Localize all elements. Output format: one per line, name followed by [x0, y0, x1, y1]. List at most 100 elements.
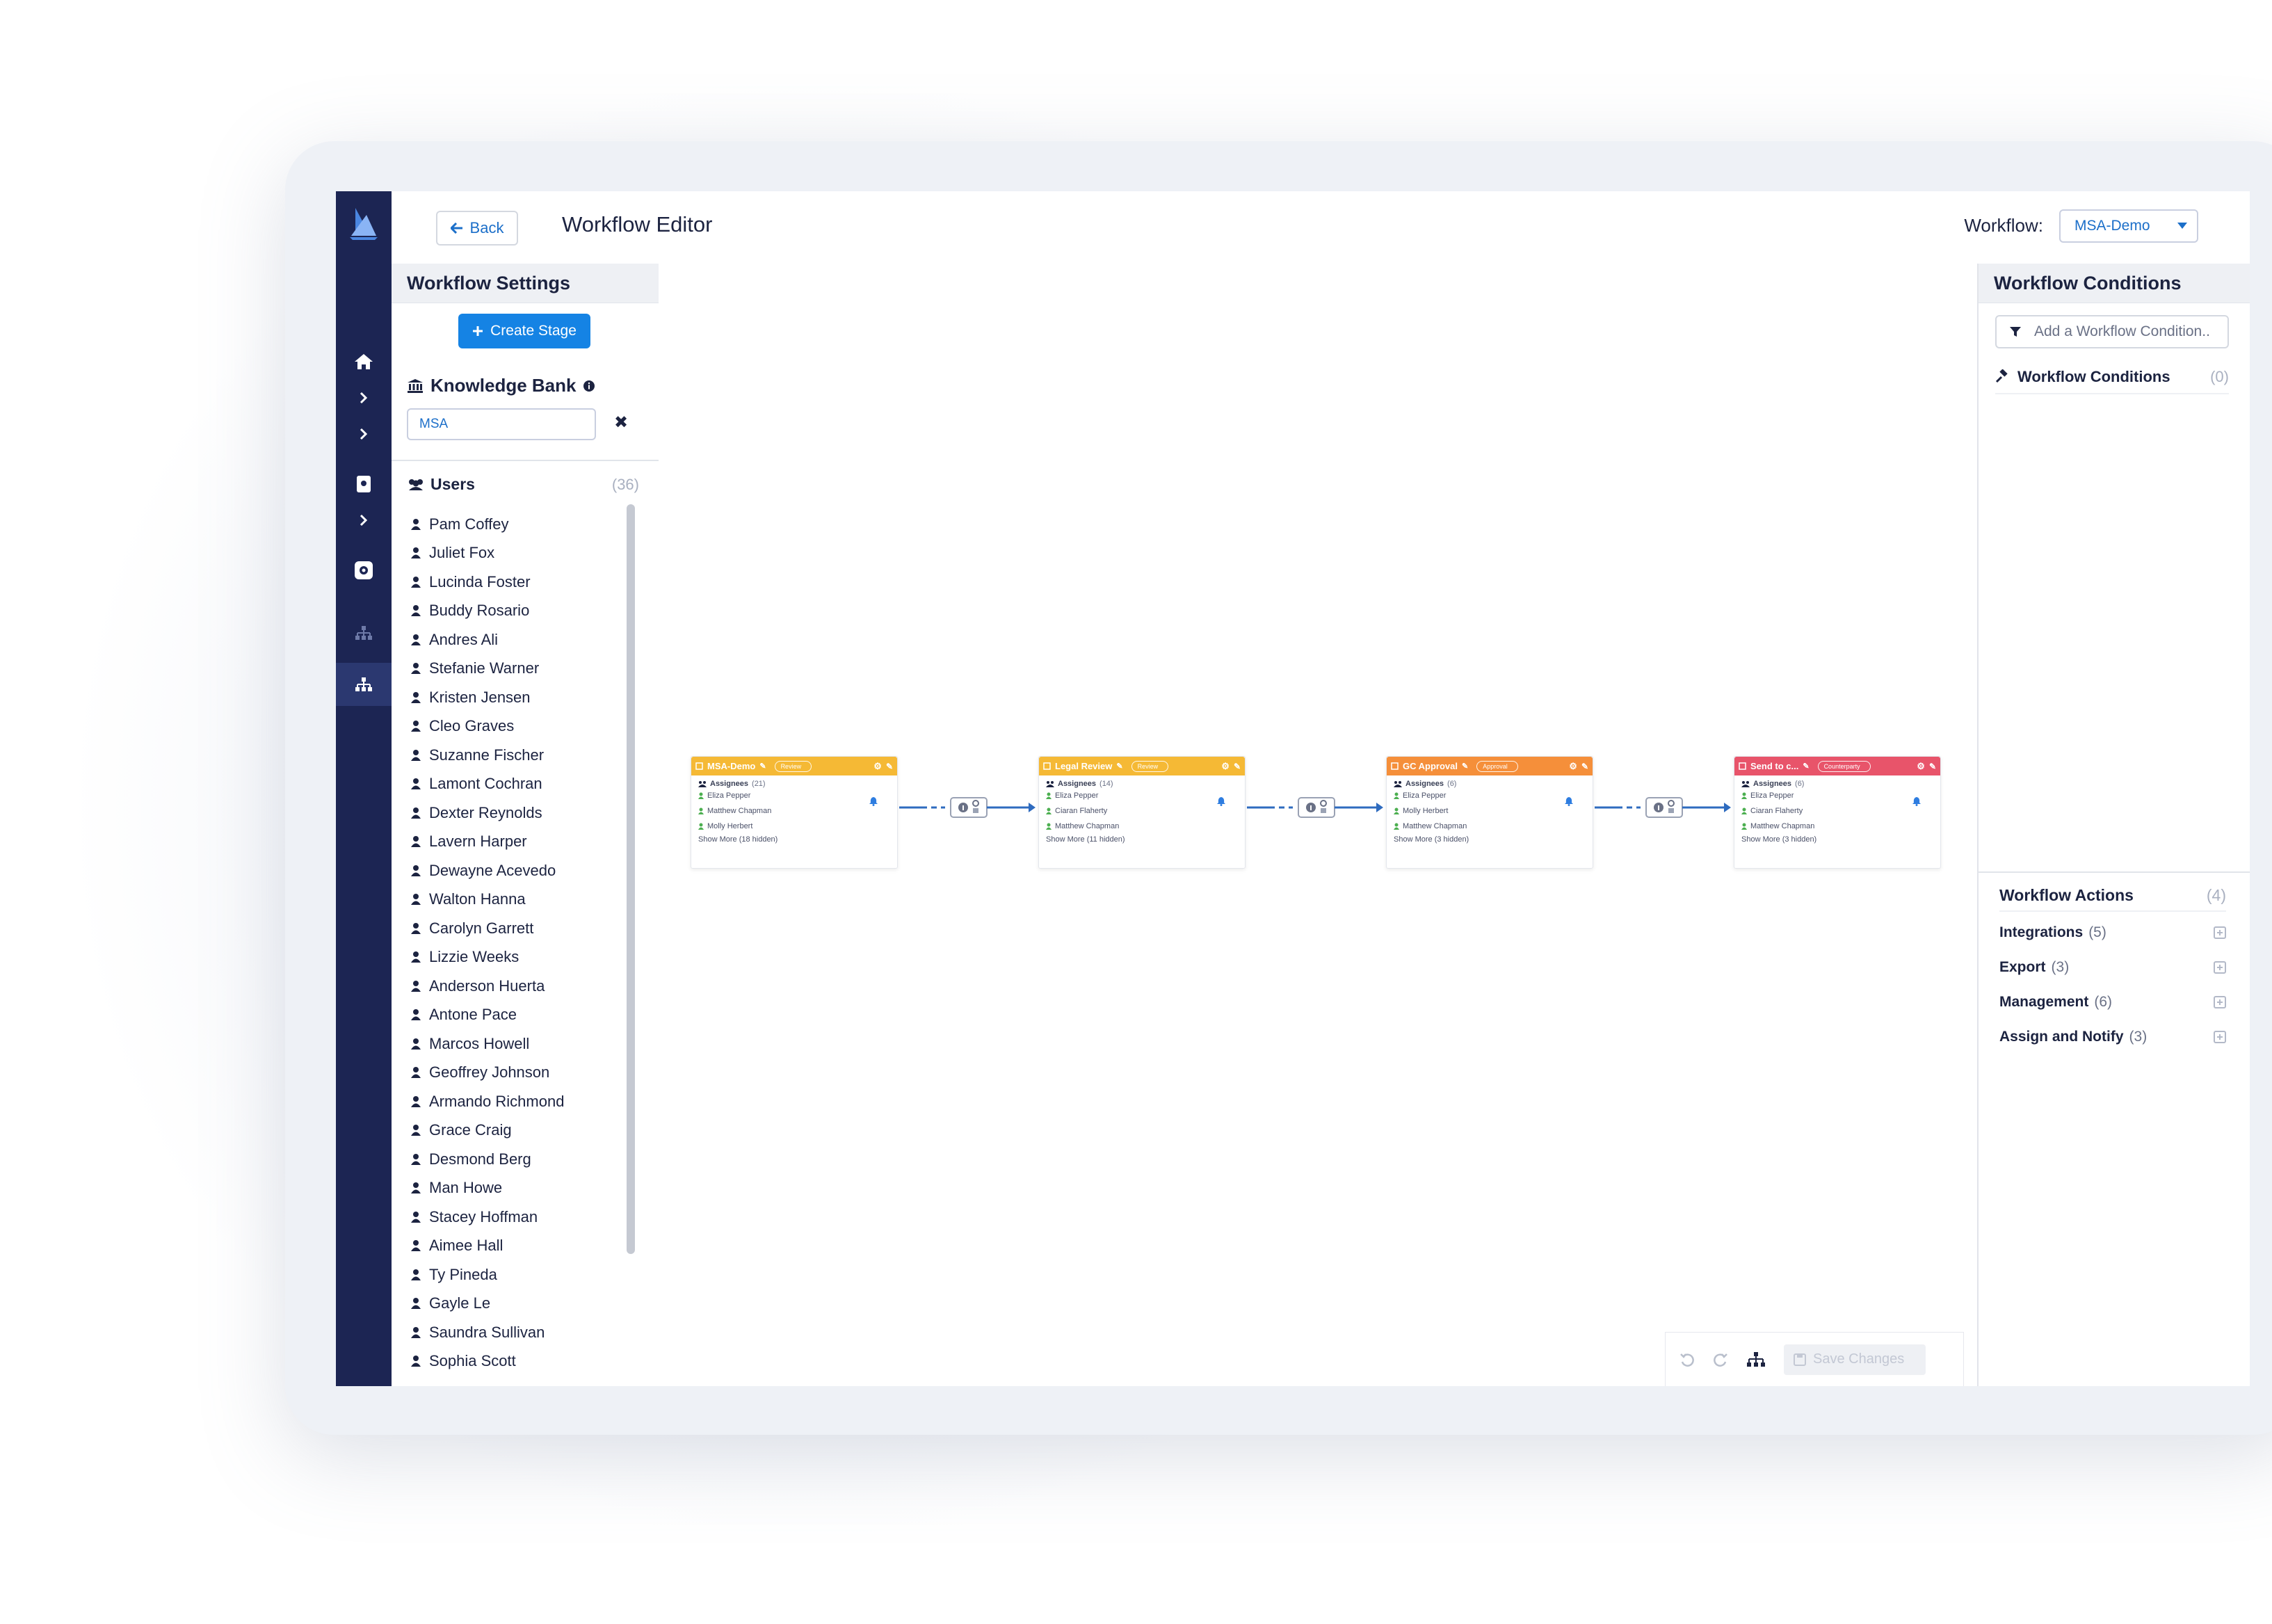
action-group[interactable]: Export (3) [1999, 959, 2226, 976]
document-icon[interactable] [336, 467, 392, 501]
assignee-row: Eliza Pepper [1394, 788, 1586, 803]
user-name: Antone Pace [429, 1006, 517, 1024]
assignee-row: Ciaran Flaherty [1046, 803, 1238, 819]
expand-icon[interactable] [2214, 961, 2226, 974]
settings-icon[interactable]: ⚙ [1221, 761, 1230, 772]
user-item[interactable]: Kristen Jensen [411, 683, 620, 712]
user-item[interactable]: Buddy Rosario [411, 597, 620, 626]
knowledge-bank-input[interactable]: MSA [407, 408, 596, 440]
user-item[interactable]: Sophia Scott [411, 1347, 620, 1376]
stage-card[interactable]: Legal Review ✎ Review ⚙ ✎ Assignees (14) Eliza … [1038, 756, 1246, 869]
user-icon [1741, 792, 1747, 799]
expand-icon[interactable] [2214, 1031, 2226, 1043]
stage-connector[interactable] [1247, 794, 1386, 821]
clear-icon[interactable]: ✖ [614, 412, 628, 433]
stage-status[interactable]: Review [774, 760, 812, 772]
user-item[interactable]: Cleo Graves [411, 712, 620, 741]
workflow-canvas[interactable]: MSA-Demo ✎ Review ⚙ ✎ Assignees (21) Eliza Pepp… [659, 264, 1977, 1386]
add-condition-input[interactable]: Add a Workflow Condition.. [1995, 315, 2229, 348]
action-group[interactable]: Assign and Notify (3) [1999, 1029, 2226, 1045]
workflow-icon[interactable] [336, 663, 392, 706]
stage-card[interactable]: GC Approval ✎ Approval ⚙ ✎ Assignees (6) Eliza … [1386, 756, 1593, 869]
show-more-link[interactable]: Show More (18 hidden) [698, 835, 890, 844]
show-more-link[interactable]: Show More (3 hidden) [1741, 835, 1933, 844]
assignee-row: Matthew Chapman [1046, 819, 1238, 834]
user-item[interactable]: Pam Coffey [411, 510, 620, 539]
user-item[interactable]: Ty Pineda [411, 1260, 620, 1289]
stage-header[interactable]: Send to c... ✎ Counterparty ⚙ ✎ [1734, 757, 1940, 775]
stage-status[interactable]: Approval [1476, 760, 1518, 772]
user-item[interactable]: Marcos Howell [411, 1029, 620, 1059]
bell-icon[interactable] [1912, 796, 1921, 806]
user-item[interactable]: Saundra Sullivan [411, 1318, 620, 1347]
user-item[interactable]: Armando Richmond [411, 1087, 620, 1116]
user-item[interactable]: Lavern Harper [411, 828, 620, 857]
user-item[interactable]: Dexter Reynolds [411, 798, 620, 828]
user-item[interactable]: Lizzie Weeks [411, 943, 620, 972]
save-changes-button[interactable]: Save Changes [1784, 1344, 1926, 1375]
user-item[interactable]: Suzanne Fischer [411, 741, 620, 770]
bell-icon[interactable] [869, 796, 878, 806]
pencil-icon[interactable]: ✎ [1234, 762, 1241, 771]
show-more-link[interactable]: Show More (11 hidden) [1046, 835, 1238, 844]
create-stage-button[interactable]: Create Stage [458, 314, 590, 348]
user-item[interactable]: Dewayne Acevedo [411, 856, 620, 885]
pencil-icon[interactable]: ✎ [1929, 762, 1936, 771]
show-more-link[interactable]: Show More (3 hidden) [1394, 835, 1586, 844]
edit-icon[interactable]: ✎ [1803, 762, 1809, 771]
chevron-right-icon[interactable] [336, 380, 392, 415]
scrollbar[interactable] [627, 504, 635, 1254]
pencil-icon[interactable]: ✎ [886, 762, 893, 771]
user-item[interactable]: Man Howe [411, 1174, 620, 1203]
stage-connector[interactable] [899, 794, 1038, 821]
redo-icon[interactable] [1713, 1352, 1728, 1367]
user-item[interactable]: Grace Craig [411, 1116, 620, 1145]
stage-status[interactable]: Counterparty [1817, 760, 1871, 772]
stage-connector[interactable] [1595, 794, 1734, 821]
edit-icon[interactable]: ✎ [1116, 762, 1122, 771]
chevron-right-icon[interactable] [336, 417, 392, 451]
stage-status[interactable]: Review [1131, 760, 1169, 772]
back-button[interactable]: Back [436, 211, 518, 246]
stage-header[interactable]: MSA-Demo ✎ Review ⚙ ✎ [691, 757, 897, 775]
settings-icon[interactable]: ⚙ [873, 761, 882, 772]
bell-icon[interactable] [1217, 796, 1225, 806]
user-item[interactable]: Geoffrey Johnson [411, 1059, 620, 1088]
info-icon[interactable] [583, 380, 595, 392]
expand-icon[interactable] [2214, 926, 2226, 939]
workflow-select[interactable]: MSA-Demo [2059, 209, 2198, 243]
user-item[interactable]: Stefanie Warner [411, 654, 620, 684]
settings-icon[interactable]: ⚙ [1569, 761, 1577, 772]
stage-card[interactable]: Send to c... ✎ Counterparty ⚙ ✎ Assignees (6) E… [1734, 756, 1941, 869]
user-item[interactable]: Desmond Berg [411, 1145, 620, 1174]
user-item[interactable]: Gayle Le [411, 1289, 620, 1319]
user-item[interactable]: Aimee Hall [411, 1232, 620, 1261]
workflow-icon[interactable] [336, 616, 392, 650]
auto-layout-icon[interactable] [1746, 1351, 1766, 1368]
user-item[interactable]: Lamont Cochran [411, 770, 620, 799]
action-group[interactable]: Management (6) [1999, 994, 2226, 1011]
edit-icon[interactable]: ✎ [1462, 762, 1468, 771]
expand-icon[interactable] [2214, 996, 2226, 1008]
undo-icon[interactable] [1679, 1352, 1695, 1367]
stage-header[interactable]: Legal Review ✎ Review ⚙ ✎ [1039, 757, 1245, 775]
user-item[interactable]: Juliet Fox [411, 539, 620, 568]
user-item[interactable]: Andres Ali [411, 625, 620, 654]
user-item[interactable]: Walton Hanna [411, 885, 620, 915]
home-icon[interactable] [336, 344, 392, 379]
chevron-right-icon[interactable] [336, 503, 392, 538]
user-item[interactable]: Antone Pace [411, 1001, 620, 1030]
gear-icon[interactable] [336, 553, 392, 588]
settings-icon[interactable]: ⚙ [1917, 761, 1925, 772]
stage-card[interactable]: MSA-Demo ✎ Review ⚙ ✎ Assignees (21) Eliza Pepp… [691, 756, 898, 869]
user-item[interactable]: Stacey Hoffman [411, 1203, 620, 1232]
bell-icon[interactable] [1565, 796, 1573, 806]
user-icon [411, 721, 421, 732]
edit-icon[interactable]: ✎ [759, 762, 766, 771]
action-group[interactable]: Integrations (5) [1999, 924, 2226, 941]
user-item[interactable]: Anderson Huerta [411, 972, 620, 1001]
user-item[interactable]: Lucinda Foster [411, 568, 620, 597]
user-item[interactable]: Carolyn Garrett [411, 914, 620, 943]
pencil-icon[interactable]: ✎ [1581, 762, 1588, 771]
stage-header[interactable]: GC Approval ✎ Approval ⚙ ✎ [1387, 757, 1593, 775]
